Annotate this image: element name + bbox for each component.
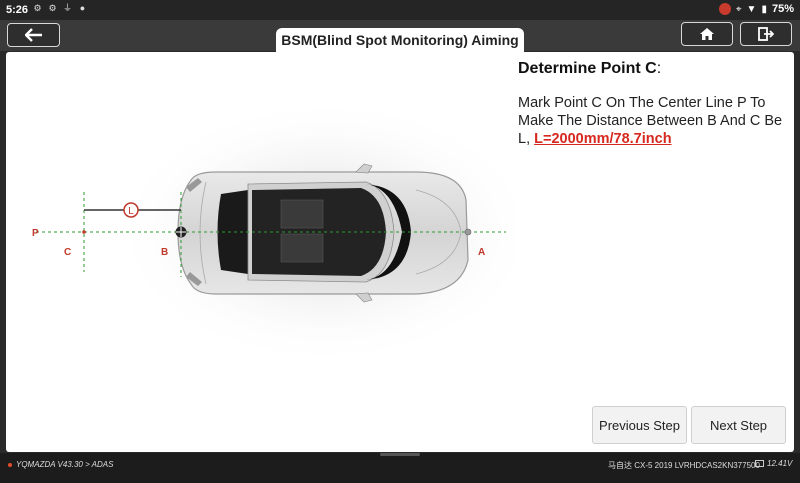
- previous-step-button[interactable]: Previous Step: [592, 406, 687, 444]
- point-c: [82, 230, 86, 234]
- breadcrumb-dot-icon: [8, 462, 12, 467]
- drag-handle[interactable]: [380, 453, 420, 456]
- breadcrumb-text: YQMAZDA V43.30 > ADAS: [16, 460, 114, 469]
- battery-icon: ▮: [761, 3, 767, 15]
- wifi-icon: ▼: [746, 3, 757, 15]
- status-bar: 5:26 ⚙ ⚙ ⏚ ● ⌖ ▼ ▮ 75%: [0, 0, 800, 20]
- back-arrow-icon: [24, 28, 42, 42]
- clock: 5:26: [6, 4, 29, 16]
- aiming-diagram: L P C B A: [32, 97, 516, 367]
- car-top-view: [177, 163, 469, 303]
- back-button[interactable]: [7, 23, 60, 47]
- instruction-title-colon: :: [656, 60, 662, 77]
- voltage-info: 12.41V: [755, 459, 792, 468]
- usb-icon: ⏚: [62, 3, 72, 13]
- breadcrumb: YQMAZDA V43.30 > ADAS: [8, 460, 113, 469]
- instruction-body: Mark Point C On The Center Line P To Mak…: [518, 94, 786, 148]
- label-a: A: [478, 247, 485, 258]
- record-icon: [718, 3, 731, 15]
- point-b-target: [175, 226, 187, 238]
- app-notification-icon: ●: [79, 3, 86, 13]
- label-b: B: [161, 247, 168, 258]
- vehicle-info: 马自达 CX-5 2019 LVRHDCAS2KN377500: [608, 461, 760, 470]
- settings-notification-icon: ⚙: [33, 3, 42, 13]
- main-panel: L P C B A Determine Point C: Mark Point …: [6, 52, 794, 452]
- exit-icon: [758, 27, 774, 41]
- voltage-value: 12.41V: [767, 459, 793, 468]
- exit-button[interactable]: [740, 22, 792, 46]
- location-icon: ⌖: [735, 3, 742, 15]
- instruction-title-text: Determine Point C: [518, 60, 657, 77]
- sync-notification-icon: ⚙: [48, 3, 57, 13]
- battery-level: 75%: [771, 3, 794, 15]
- battery-voltage-icon: [755, 460, 764, 467]
- footer-bar: YQMAZDA V43.30 > ADAS 马自达 CX-5 2019 LVRH…: [0, 453, 800, 483]
- next-step-button[interactable]: Next Step: [691, 406, 786, 444]
- home-icon: [700, 28, 714, 40]
- label-c: C: [64, 247, 71, 258]
- system-icons: ⌖ ▼ ▮ 75%: [718, 3, 794, 15]
- page-title: BSM(Blind Spot Monitoring) Aiming: [276, 28, 524, 52]
- point-a: [464, 228, 472, 236]
- notification-icons: ⚙ ⚙ ⏚ ●: [32, 3, 88, 14]
- instruction-title: Determine Point C:: [518, 60, 661, 78]
- label-l: L: [128, 206, 134, 217]
- label-p: P: [32, 228, 39, 239]
- home-button[interactable]: [681, 22, 733, 46]
- distance-value: L=2000mm/78.7inch: [534, 131, 672, 147]
